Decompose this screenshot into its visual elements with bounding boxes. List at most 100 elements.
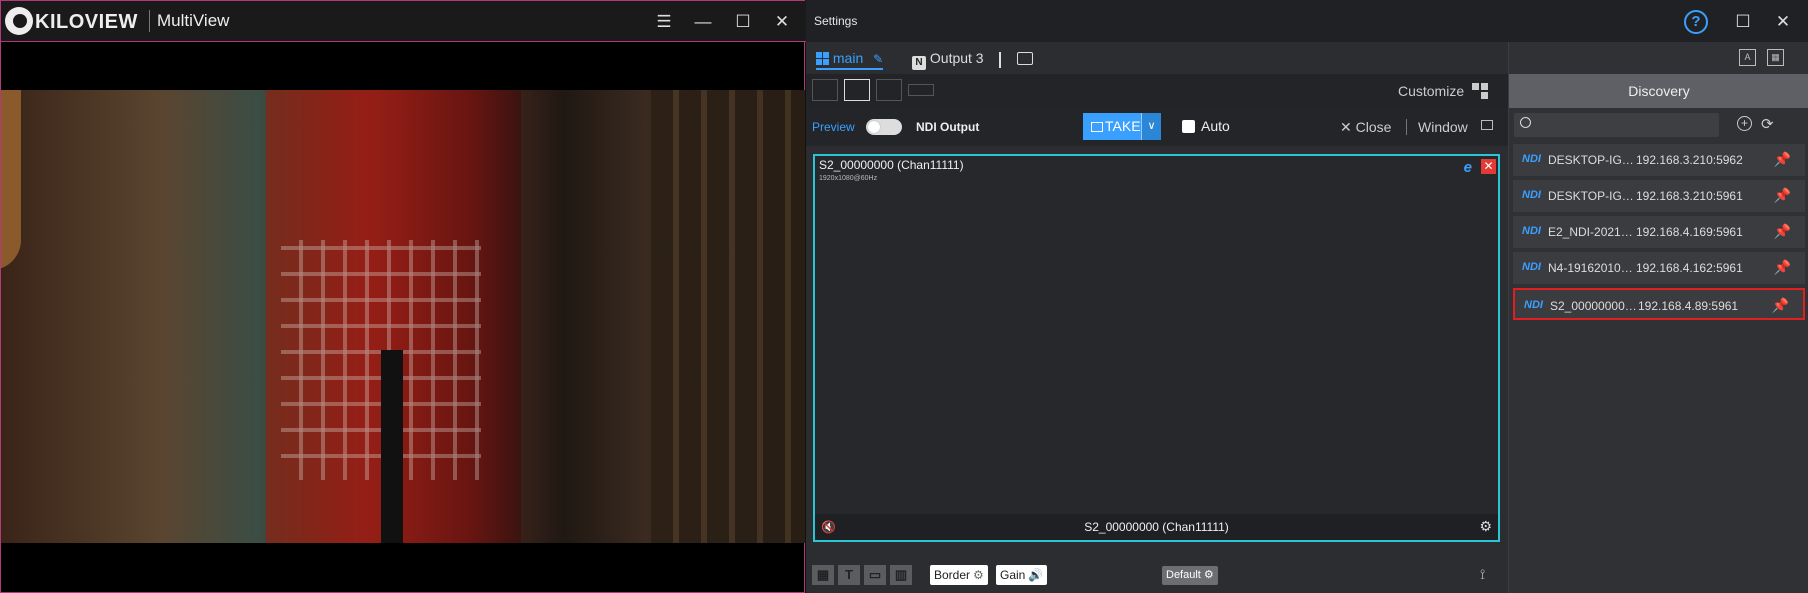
speaker-icon: 🔊 bbox=[1028, 568, 1044, 582]
source-ip: 192.168.3.210:5962 bbox=[1636, 153, 1743, 167]
cast-icon bbox=[1091, 122, 1103, 132]
settings-window: Settings ? ☐ ✕ main ✎ N Output 3 Customi… bbox=[806, 0, 1808, 593]
video-output bbox=[1, 90, 805, 543]
pin-icon[interactable]: 📌 bbox=[1774, 151, 1791, 168]
ndi-output-toggle[interactable] bbox=[866, 119, 902, 135]
close-source-button[interactable]: ✕ Close bbox=[1340, 119, 1391, 136]
video-scene-window bbox=[651, 90, 805, 543]
maximize-button[interactable]: ☐ bbox=[730, 9, 756, 35]
layout-multi-icon[interactable] bbox=[812, 79, 838, 101]
edit-icon[interactable]: ✎ bbox=[873, 52, 883, 66]
customize-label: Customize bbox=[1397, 83, 1465, 99]
monitor-icon[interactable] bbox=[1481, 120, 1493, 130]
close-label: Close bbox=[1355, 119, 1392, 135]
screen: KILOVIEW MultiView ☰ — ☐ ✕ Settings ? ☐ … bbox=[0, 0, 1808, 593]
search-input[interactable] bbox=[1536, 115, 1716, 135]
remove-source-icon[interactable]: ✕ bbox=[1481, 159, 1496, 174]
auto-checkbox[interactable] bbox=[1182, 120, 1195, 133]
take-label: TAKE bbox=[1105, 118, 1141, 134]
discovery-search[interactable] bbox=[1514, 113, 1719, 137]
refresh-icon[interactable]: ⟳ bbox=[1761, 115, 1774, 133]
brand-name: KILOVIEW bbox=[35, 11, 138, 33]
discovery-panel: A ▦ Discovery + ⟳ NDI DESKTOP-IGPI... 19… bbox=[1508, 42, 1808, 593]
ndi-output-label: NDI Output bbox=[916, 120, 980, 134]
kiloview-logo-icon bbox=[5, 7, 33, 35]
brand-divider bbox=[149, 10, 150, 32]
audio-meter-icon[interactable]: ▥ bbox=[890, 565, 912, 585]
multiview-window: KILOVIEW MultiView ☰ — ☐ ✕ bbox=[0, 0, 806, 593]
default-label: Default bbox=[1166, 569, 1201, 581]
add-output-icon[interactable] bbox=[1017, 52, 1033, 65]
multiview-titlebar[interactable]: KILOVIEW MultiView ☰ — ☐ ✕ bbox=[1, 1, 806, 42]
tab-label: main bbox=[832, 50, 864, 66]
menu-icon[interactable]: ☰ bbox=[651, 9, 677, 35]
pin-icon[interactable]: 📌 bbox=[1774, 223, 1791, 240]
video-scene-lantern bbox=[1, 90, 21, 270]
source-name: N4-1916201008... bbox=[1548, 261, 1636, 275]
cell-resolution: 1920x1080@60Hz bbox=[819, 175, 878, 182]
ndi-tag: NDI bbox=[1522, 189, 1541, 201]
maximize-button[interactable]: ☐ bbox=[1730, 9, 1756, 35]
border-label: Border bbox=[934, 568, 971, 582]
settings-titlebar[interactable]: Settings ? ☐ ✕ bbox=[806, 0, 1808, 42]
layout-dual-icon[interactable] bbox=[908, 84, 934, 96]
divider bbox=[1406, 119, 1407, 135]
browser-e-icon[interactable]: e bbox=[1464, 159, 1472, 176]
settings-title: Settings bbox=[814, 14, 858, 28]
output-tabs: main ✎ N Output 3 bbox=[806, 42, 1508, 74]
pin-icon[interactable]: 📌 bbox=[1772, 297, 1789, 314]
help-icon[interactable]: ? bbox=[1684, 10, 1708, 34]
gain-label: Gain bbox=[1000, 568, 1026, 582]
add-source-icon[interactable]: + bbox=[1737, 116, 1752, 131]
layout-single-icon[interactable] bbox=[844, 79, 870, 101]
auto-label: Auto bbox=[1201, 118, 1230, 134]
brush-icon[interactable]: ⟟ bbox=[1480, 566, 1485, 583]
customize-button[interactable]: Customize bbox=[1398, 83, 1488, 99]
panel-toolbar: A ▦ bbox=[1509, 42, 1808, 74]
preview-label[interactable]: Preview bbox=[812, 120, 855, 134]
take-dropdown-chevron-icon[interactable]: ∨ bbox=[1141, 113, 1161, 140]
grid-icon bbox=[816, 52, 829, 65]
source-name: DESKTOP-IGPI... bbox=[1548, 153, 1636, 167]
minimize-button[interactable]: — bbox=[690, 9, 716, 35]
tab-divider bbox=[999, 52, 1001, 68]
source-item[interactable]: NDI E2_NDI-202107... 192.168.4.169:5961 … bbox=[1513, 216, 1805, 248]
preview-cell[interactable]: S2_00000000 (Chan11111) 1920x1080@60Hz e… bbox=[813, 154, 1500, 542]
source-ip: 192.168.3.210:5961 bbox=[1636, 189, 1743, 203]
qr-code-icon[interactable]: ▦ bbox=[1767, 49, 1784, 66]
source-name: E2_NDI-202107... bbox=[1548, 225, 1636, 239]
default-button[interactable]: Default ⚙ bbox=[1162, 566, 1218, 585]
ndi-tag: NDI bbox=[1524, 299, 1543, 311]
gain-button[interactable]: Gain 🔊 bbox=[996, 565, 1048, 585]
search-icon bbox=[1520, 117, 1531, 128]
source-ip: 192.168.4.169:5961 bbox=[1636, 225, 1743, 239]
border-button[interactable]: Border ⚙ bbox=[930, 565, 988, 585]
tab-main[interactable]: main ✎ bbox=[816, 48, 884, 70]
source-ip: 192.168.4.162:5961 bbox=[1636, 261, 1743, 275]
window-button[interactable]: Window bbox=[1418, 119, 1468, 135]
source-item[interactable]: NDI DESKTOP-IGPI... 192.168.3.210:5962 📌 bbox=[1513, 144, 1805, 176]
layout-bar: Customize bbox=[806, 74, 1508, 108]
settings-icon: ⚙ bbox=[973, 568, 984, 582]
pin-icon[interactable]: 📌 bbox=[1774, 259, 1791, 276]
settings-icon: ⚙ bbox=[1203, 569, 1214, 581]
cell-footer-name: S2_00000000 (Chan11111) bbox=[1084, 520, 1229, 534]
source-item[interactable]: NDI N4-1916201008... 192.168.4.162:5961 … bbox=[1513, 252, 1805, 284]
safe-area-icon[interactable]: ▭ bbox=[864, 565, 886, 585]
video-scene-pole bbox=[381, 350, 403, 543]
source-item-selected[interactable]: NDI S2_00000000 (... 192.168.4.89:5961 📌 bbox=[1513, 288, 1805, 320]
pin-icon[interactable]: 📌 bbox=[1774, 187, 1791, 204]
tab-output-3[interactable]: N Output 3 bbox=[912, 48, 984, 70]
gear-icon[interactable]: ⚙ bbox=[1479, 518, 1492, 535]
text-icon[interactable]: T bbox=[838, 565, 860, 585]
layout-quad-icon[interactable] bbox=[876, 79, 902, 101]
source-item[interactable]: NDI DESKTOP-IGPI... 192.168.3.210:5961 📌 bbox=[1513, 180, 1805, 212]
control-bar: Preview NDI Output TAKE ∨ Auto ✕ Close W… bbox=[806, 108, 1508, 146]
layout-grid-icon[interactable]: ▦ bbox=[812, 565, 834, 585]
close-window-button[interactable]: ✕ bbox=[1770, 9, 1796, 35]
close-window-button[interactable]: ✕ bbox=[769, 9, 795, 35]
ndi-tag: NDI bbox=[1522, 225, 1541, 237]
text-box-icon[interactable]: A bbox=[1739, 49, 1756, 66]
close-icon: ✕ bbox=[1340, 119, 1356, 135]
bottom-toolbar: ▦ T ▭ ▥ Border ⚙ Gain 🔊 Default ⚙ ⟟ bbox=[806, 560, 1508, 593]
